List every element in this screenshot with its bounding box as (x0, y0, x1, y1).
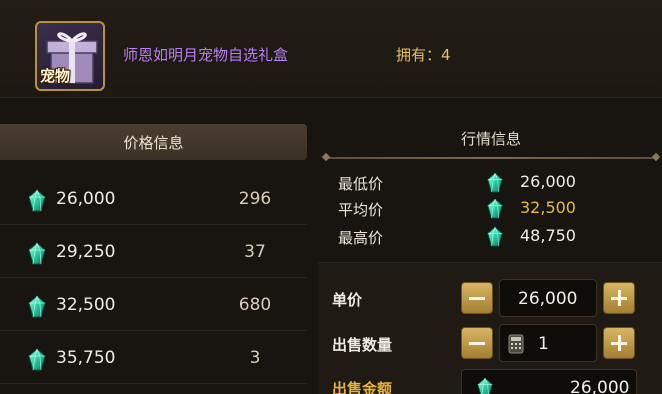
price-count: 296 (238, 189, 272, 209)
avg-price-value: 32,500 (520, 198, 576, 217)
max-price-label: 最高价 (338, 229, 384, 247)
price-value: 35,750 (56, 348, 116, 368)
pet-tag: 宠物 (40, 67, 71, 85)
calculator-icon[interactable] (508, 334, 524, 354)
min-price-value: 26,000 (520, 172, 576, 191)
quantity-increase-button[interactable] (603, 327, 635, 359)
quantity-input[interactable]: 1 (499, 324, 597, 362)
price-value: 29,250 (56, 242, 116, 262)
quantity-label: 出售数量 (332, 336, 393, 354)
market-divider (325, 157, 657, 159)
price-count: 37 (244, 242, 266, 262)
gem-icon (486, 172, 504, 194)
gem-icon (27, 348, 47, 372)
min-price-label: 最低价 (338, 175, 384, 193)
item-header: 宠物 师恩如明月宠物自选礼盒 拥有：4 (0, 0, 662, 98)
quantity-decrease-button[interactable] (461, 327, 493, 359)
price-value: 26,000 (56, 189, 116, 209)
price-count: 3 (249, 348, 261, 368)
minus-icon (469, 296, 485, 300)
market-info-title: 行情信息 (460, 130, 521, 148)
price-value: 32,500 (56, 295, 116, 315)
gem-icon (476, 377, 494, 394)
total-amount-label: 出售金额 (332, 380, 393, 394)
item-name: 师恩如明月宠物自选礼盒 (123, 46, 289, 64)
price-list: 26,000 296 29,250 37 32,500 680 35,750 3 (0, 172, 307, 384)
unit-price-value: 26,000 (518, 289, 578, 309)
unit-price-decrease-button[interactable] (461, 282, 493, 314)
gem-icon (27, 242, 47, 266)
gem-icon (486, 226, 504, 248)
gem-icon (27, 189, 47, 213)
max-price-value: 48,750 (520, 226, 576, 245)
avg-price-label: 平均价 (338, 201, 384, 219)
total-amount-display: 26,000 (461, 369, 637, 394)
unit-price-input[interactable]: 26,000 (499, 279, 597, 317)
gift-box-icon: 宠物 (35, 21, 105, 91)
unit-price-increase-button[interactable] (603, 282, 635, 314)
price-info-header: 价格信息 (0, 124, 307, 160)
gem-icon (486, 198, 504, 220)
price-row[interactable]: 35,750 3 (0, 331, 307, 384)
total-amount-value: 26,000 (570, 378, 630, 394)
owned-count: 拥有：4 (396, 46, 451, 64)
unit-price-label: 单价 (332, 291, 363, 309)
price-row[interactable]: 26,000 296 (0, 172, 307, 225)
price-row[interactable]: 29,250 37 (0, 225, 307, 278)
minus-icon (469, 341, 485, 345)
quantity-value: 1 (538, 334, 549, 354)
price-row[interactable]: 32,500 680 (0, 278, 307, 331)
price-count: 680 (238, 295, 272, 315)
gem-icon (27, 295, 47, 319)
